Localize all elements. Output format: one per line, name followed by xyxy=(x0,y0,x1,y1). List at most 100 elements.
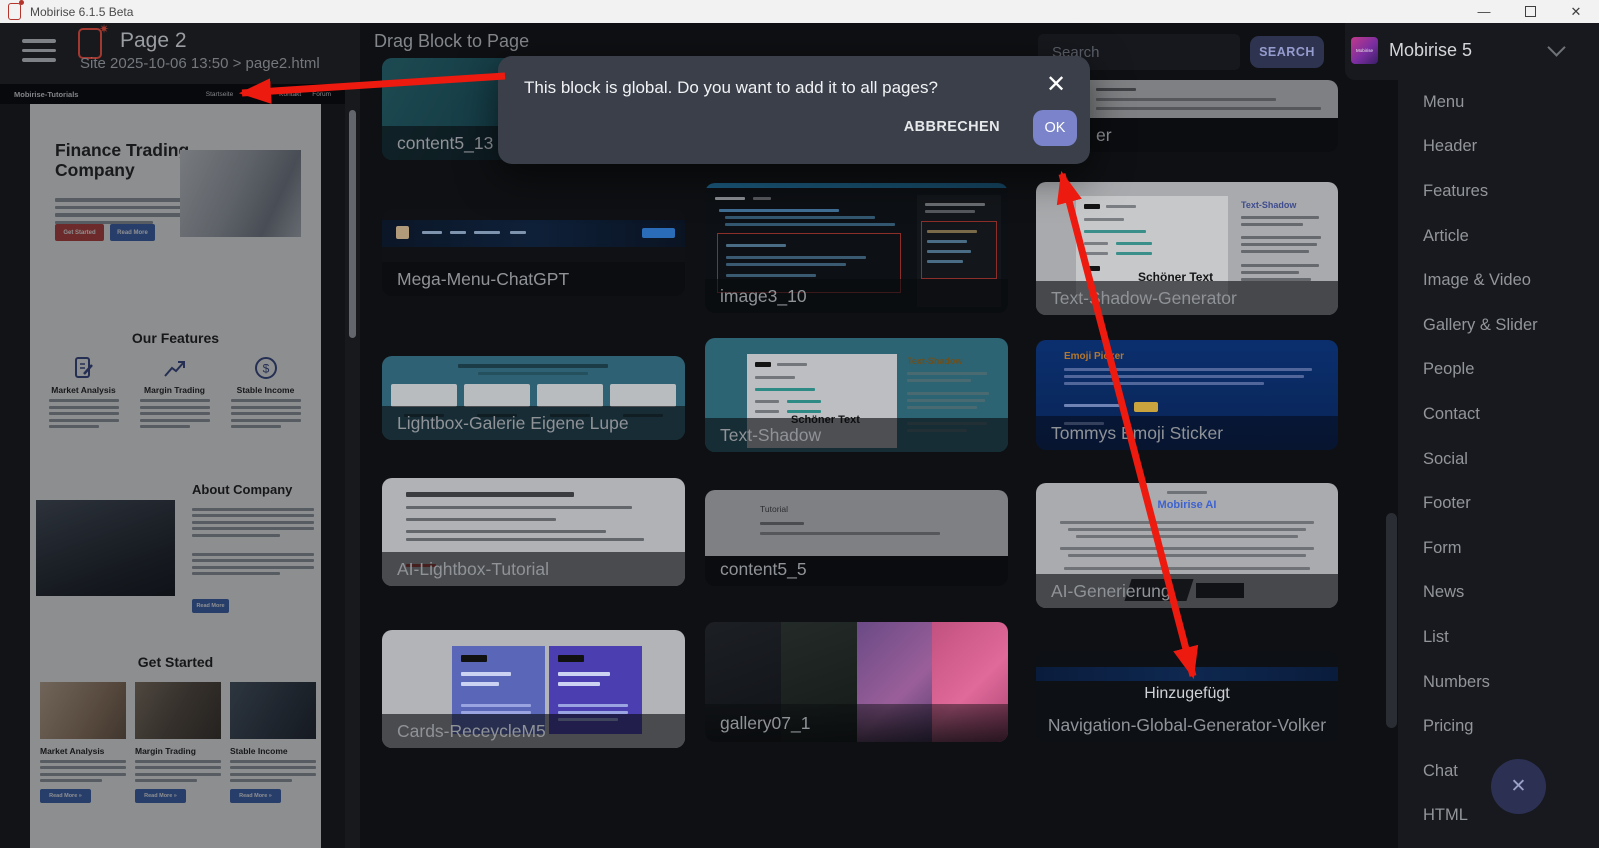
text-line xyxy=(40,779,102,782)
about-text xyxy=(192,504,314,540)
text-line xyxy=(40,766,126,769)
chevron-down-icon xyxy=(1547,38,1565,56)
block-thumbnail xyxy=(1036,667,1338,681)
card-title: Stable Income xyxy=(230,746,316,756)
main-scrollbar[interactable] xyxy=(1386,513,1397,728)
card-text xyxy=(230,760,316,783)
dialog-message: This block is global. Do you want to add… xyxy=(524,78,938,98)
text-line xyxy=(230,760,316,763)
account-dropdown[interactable]: Mobirise Mobirise 5 xyxy=(1351,37,1563,64)
block-card-image3-10[interactable]: image3_10 xyxy=(705,183,1008,313)
block-label: content5_5 xyxy=(705,552,1008,586)
sidebar-item-list[interactable]: List xyxy=(1398,615,1599,660)
text-line xyxy=(49,399,119,402)
card-read-more-button: Read More » xyxy=(230,789,281,803)
block-card-content5-5[interactable]: Tutorial content5_5 xyxy=(705,490,1008,586)
get-started-card: Market Analysis Read More » xyxy=(40,682,126,803)
hero-secondary-button: Read More xyxy=(110,224,155,241)
sidebar-item-footer[interactable]: Footer xyxy=(1398,481,1599,526)
search-button[interactable]: SEARCH xyxy=(1250,36,1324,68)
block-card-lightbox-galerie[interactable]: Lightbox-Galerie Eigene Lupe xyxy=(382,356,685,440)
sidebar-item-news[interactable]: News xyxy=(1398,571,1599,616)
card-image xyxy=(135,682,221,739)
card-title: Margin Trading xyxy=(135,746,221,756)
preview-nav-item: Seiten xyxy=(244,91,262,98)
floating-close-button[interactable]: ✕ xyxy=(1491,759,1546,814)
block-card-navigation-global-generator[interactable]: Hinzugefügt Navigation-Global-Generator-… xyxy=(1036,651,1338,742)
card-title: Market Analysis xyxy=(40,746,126,756)
sidebar-item-article[interactable]: Article xyxy=(1398,214,1599,259)
sidebar-item-header[interactable]: Header xyxy=(1398,125,1599,170)
minimize-button[interactable]: — xyxy=(1461,0,1507,23)
dialog-close-icon[interactable]: ✕ xyxy=(1040,68,1072,100)
text-line xyxy=(230,779,292,782)
account-name: Mobirise 5 xyxy=(1389,40,1472,61)
close-button[interactable]: ✕ xyxy=(1553,0,1599,23)
sidebar-item-people[interactable]: People xyxy=(1398,348,1599,393)
dollar-circle-icon: $ xyxy=(220,354,311,380)
block-card-ai-generierung[interactable]: Mobirise AI AI-Generierung xyxy=(1036,483,1338,608)
hamburger-menu-icon[interactable] xyxy=(22,39,56,68)
get-started-heading: Get Started xyxy=(30,654,321,670)
dialog-ok-button[interactable]: OK xyxy=(1033,110,1077,146)
text-line xyxy=(230,766,316,769)
text-line xyxy=(140,425,190,428)
text-line xyxy=(49,412,119,415)
text-line xyxy=(192,514,314,517)
block-thumbnail: Tutorial xyxy=(705,490,1008,556)
text-line xyxy=(40,773,126,776)
features-row: Market Analysis Margin Trading $ xyxy=(38,354,313,432)
text-line xyxy=(40,760,126,763)
about-read-more-button: Read More xyxy=(192,599,229,613)
text-line xyxy=(49,419,119,422)
block-card-text-shadow[interactable]: Schöner Text Text-Shadow Text-Shadow xyxy=(705,338,1008,452)
block-label: Text-Shadow xyxy=(705,418,1008,452)
category-sidebar: Menu Header Features Article Image & Vid… xyxy=(1398,80,1599,848)
sidebar-item-image-video[interactable]: Image & Video xyxy=(1398,258,1599,303)
sidebar-item-gallery-slider[interactable]: Gallery & Slider xyxy=(1398,303,1599,348)
sidebar-item-pricing[interactable]: Pricing xyxy=(1398,704,1599,749)
text-line xyxy=(192,559,314,562)
page-preview[interactable]: Mobirise-Tutorials Startseite Seiten ▾ K… xyxy=(0,84,345,848)
get-started-card: Margin Trading Read More » xyxy=(135,682,221,803)
block-label: Lightbox-Galerie Eigene Lupe xyxy=(382,406,685,440)
dialog-cancel-button[interactable]: ABBRECHEN xyxy=(904,119,1000,135)
block-card-tommys-emoji-sticker[interactable]: Emoji Picker Tommys Emoji Sticker xyxy=(1036,340,1338,450)
text-line xyxy=(135,773,221,776)
block-card-mega-menu-chatgpt[interactable]: Mega-Menu-ChatGPT xyxy=(382,209,685,296)
block-card-cards-receyclem5[interactable]: Cards-ReceycleM5 xyxy=(382,630,685,748)
text-line xyxy=(192,553,314,556)
text-line xyxy=(135,766,221,769)
block-card-text-shadow-generator[interactable]: Schöner Text Text-Shadow Text-Shadow-Gen… xyxy=(1036,182,1338,315)
preview-scrollbar[interactable] xyxy=(349,110,356,338)
sidebar-item-numbers[interactable]: Numbers xyxy=(1398,660,1599,705)
feature-text xyxy=(140,399,210,428)
text-line xyxy=(192,534,280,537)
text-line xyxy=(192,527,314,530)
card-text xyxy=(40,760,126,783)
feature-title: Margin Trading xyxy=(129,385,220,395)
sidebar-item-contact[interactable]: Contact xyxy=(1398,392,1599,437)
block-label: Navigation-Global-Generator-Volker xyxy=(1036,708,1338,742)
sidebar-item-social[interactable]: Social xyxy=(1398,437,1599,482)
block-card-gallery07-1[interactable]: gallery07_1 xyxy=(705,622,1008,742)
block-label: Mega-Menu-ChatGPT xyxy=(382,262,685,296)
get-started-card: Stable Income Read More » xyxy=(230,682,316,803)
sidebar-item-menu[interactable]: Menu xyxy=(1398,80,1599,125)
restore-button[interactable] xyxy=(1507,0,1553,23)
feature-title: Market Analysis xyxy=(38,385,129,395)
dropdown-caret-icon: ▾ xyxy=(266,91,269,97)
block-label: Text-Shadow-Generator xyxy=(1036,281,1338,315)
text-line xyxy=(140,412,210,415)
preview-nav-links: Startseite Seiten ▾ Kontakt Forum xyxy=(206,91,331,98)
hero-text xyxy=(55,194,191,228)
sidebar-item-features[interactable]: Features xyxy=(1398,169,1599,214)
card-image xyxy=(40,682,126,739)
block-card-ai-lightbox-tutorial[interactable]: AI-Lightbox-Tutorial xyxy=(382,478,685,586)
hero-primary-button: Get Started xyxy=(55,224,104,241)
feature-item: Market Analysis xyxy=(38,354,129,432)
sidebar-item-form[interactable]: Form xyxy=(1398,526,1599,571)
site-breadcrumb: Site 2025-10-06 13:50 > page2.html xyxy=(80,55,320,72)
text-line xyxy=(49,425,99,428)
text-line xyxy=(55,213,191,217)
